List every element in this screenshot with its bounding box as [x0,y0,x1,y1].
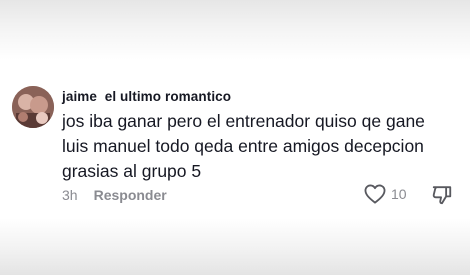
avatar-photo [12,86,54,128]
heart-outline-icon [364,184,386,204]
comment-timestamp: 3h [62,187,78,203]
dislike-button[interactable] [431,184,453,206]
like-count: 10 [391,186,407,202]
comment-username[interactable]: jaime el ultimo romantico [62,89,231,104]
comment-text: jos iba ganar pero el entrenador quiso q… [62,109,462,184]
comment-text-line: jos iba ganar pero el entrenador quiso q… [62,111,425,131]
comment-text-line: grasias al grupo 5 [62,161,202,181]
like-button[interactable]: 10 [364,184,407,204]
reply-button[interactable]: Responder [94,187,167,203]
comment-text-line: luis manuel todo qeda entre amigos decep… [62,136,424,156]
avatar[interactable] [12,86,54,128]
thumbs-down-outline-icon [432,186,452,205]
comment-item: jaime el ultimo romantico jos iba ganar … [0,0,470,275]
comment-meta: 3h Responder [62,187,167,203]
